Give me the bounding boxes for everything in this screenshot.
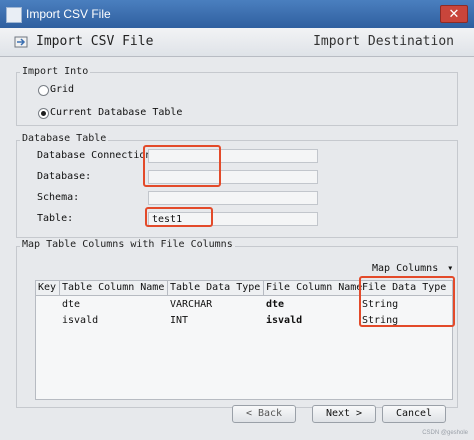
database-connection-label: Database Connection	[37, 150, 152, 161]
database-label: Database:	[37, 171, 92, 182]
database-table-label: Database Table	[20, 133, 109, 144]
row1-file-column[interactable]: dte	[266, 299, 284, 310]
import-csv-dialog: Import CSV File ✕ Import CSV File Import…	[0, 0, 474, 440]
row1-table-data-type[interactable]: VARCHAR	[170, 299, 212, 310]
wizard-step-name: Import Destination	[313, 34, 454, 49]
watermark: CSDN @geshole	[422, 430, 468, 436]
grid-radio[interactable]	[38, 85, 49, 96]
title-bar: Import CSV File ✕	[0, 0, 474, 28]
import-icon	[14, 36, 28, 48]
current-table-radio[interactable]	[38, 108, 49, 119]
highlight-connection-box	[143, 145, 221, 187]
mapping-label: Map Table Columns with File Columns	[20, 239, 235, 250]
current-table-radio-label[interactable]: Current Database Table	[50, 107, 182, 118]
window-title: Import CSV File	[26, 7, 111, 21]
map-columns-button[interactable]: Map Columns ▾	[372, 263, 453, 274]
col-header-file-column-name[interactable]: File Column Name	[264, 281, 362, 295]
table-label: Table:	[37, 213, 74, 224]
row2-file-column[interactable]: isvald	[266, 315, 302, 326]
dropdown-arrow-icon: ▾	[447, 263, 454, 274]
highlight-table-box	[145, 207, 213, 227]
cancel-button[interactable]: Cancel	[382, 405, 446, 423]
col-header-table-data-type[interactable]: Table Data Type	[168, 281, 264, 295]
col-header-table-column-name[interactable]: Table Column Name	[60, 281, 168, 295]
grid-radio-label[interactable]: Grid	[50, 84, 74, 95]
row1-table-column[interactable]: dte	[62, 299, 80, 310]
close-button[interactable]: ✕	[440, 5, 468, 23]
col-header-key[interactable]: Key	[36, 281, 60, 295]
row2-table-column[interactable]: isvald	[62, 315, 98, 326]
next-button[interactable]: Next >	[312, 405, 376, 423]
wizard-step-title: Import CSV File	[36, 34, 154, 49]
highlight-file-data-type-box	[359, 276, 455, 327]
map-columns-label: Map Columns	[372, 263, 439, 274]
import-into-label: Import Into	[20, 66, 91, 77]
back-button[interactable]: < Back	[232, 405, 296, 423]
schema-label: Schema:	[37, 192, 80, 203]
schema-field[interactable]	[148, 191, 318, 205]
app-icon	[6, 7, 22, 23]
wizard-header: Import CSV File Import Destination	[0, 28, 474, 57]
row2-table-data-type[interactable]: INT	[170, 315, 188, 326]
